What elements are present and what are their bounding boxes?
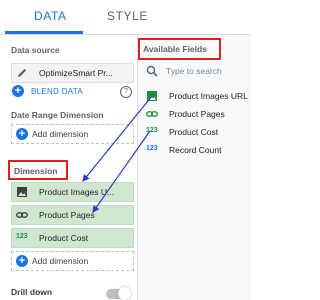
search-icon	[146, 65, 158, 77]
active-tab-indicator	[5, 31, 83, 34]
add-date-range-dimension-button[interactable]: + Add dimension	[11, 124, 134, 144]
field-label: Product Images URL	[169, 91, 248, 101]
plus-circle-icon: +	[16, 255, 28, 267]
pencil-icon[interactable]	[16, 67, 28, 79]
dimension-chip-product-images[interactable]: Product Images U...	[11, 182, 134, 202]
plus-circle-icon: +	[12, 85, 24, 97]
dimension-highlight	[8, 160, 68, 180]
field-product-pages[interactable]: Product Pages	[138, 106, 251, 122]
link-icon	[16, 212, 28, 218]
add-dimension-label: Add dimension	[32, 129, 89, 139]
blend-data-button[interactable]: + BLEND DATA ?	[11, 85, 135, 99]
data-source-selector[interactable]: OptimizeSmart Pr...	[11, 63, 134, 83]
dimension-chip-label: Product Pages	[39, 210, 95, 220]
number-icon: 123	[146, 127, 158, 134]
drill-down-label: Drill down	[11, 287, 53, 297]
search-input[interactable]	[166, 64, 250, 78]
plus-circle-icon: +	[16, 128, 28, 140]
image-icon	[17, 187, 27, 197]
data-source-name: OptimizeSmart Pr...	[39, 68, 113, 78]
add-dimension-button[interactable]: + Add dimension	[11, 251, 134, 271]
field-label: Record Count	[169, 145, 222, 155]
blend-data-label: BLEND DATA	[31, 87, 84, 96]
field-label: Product Pages	[169, 109, 225, 119]
tab-data[interactable]: DATA	[34, 9, 67, 23]
number-icon: 123	[146, 145, 158, 152]
date-range-dimension-label: Date Range Dimension	[11, 110, 104, 120]
drill-down-toggle[interactable]	[106, 287, 131, 300]
dimension-chip-product-cost[interactable]: 123 Product Cost	[11, 228, 134, 248]
available-fields-panel: Available Fields Product Images URL Prod…	[137, 35, 251, 300]
field-product-images-url[interactable]: Product Images URL	[138, 88, 251, 104]
field-label: Product Cost	[169, 127, 219, 137]
toggle-knob	[118, 287, 131, 300]
data-source-label: Data source	[11, 45, 60, 55]
image-icon	[147, 91, 157, 101]
link-icon	[146, 111, 158, 117]
tab-bar: DATA STYLE	[0, 0, 250, 35]
dimension-chip-label: Product Images U...	[39, 187, 115, 197]
field-product-cost[interactable]: 123 Product Cost	[138, 124, 251, 140]
field-record-count[interactable]: 123 Record Count	[138, 142, 251, 158]
dimension-chip-product-pages[interactable]: Product Pages	[11, 205, 134, 225]
available-fields-highlight	[138, 38, 221, 60]
add-dimension-label: Add dimension	[32, 256, 89, 266]
field-search	[138, 61, 251, 81]
number-icon: 123	[16, 233, 28, 240]
help-icon[interactable]: ?	[120, 86, 132, 98]
dimension-chip-label: Product Cost	[39, 233, 89, 243]
tab-style[interactable]: STYLE	[107, 9, 148, 23]
